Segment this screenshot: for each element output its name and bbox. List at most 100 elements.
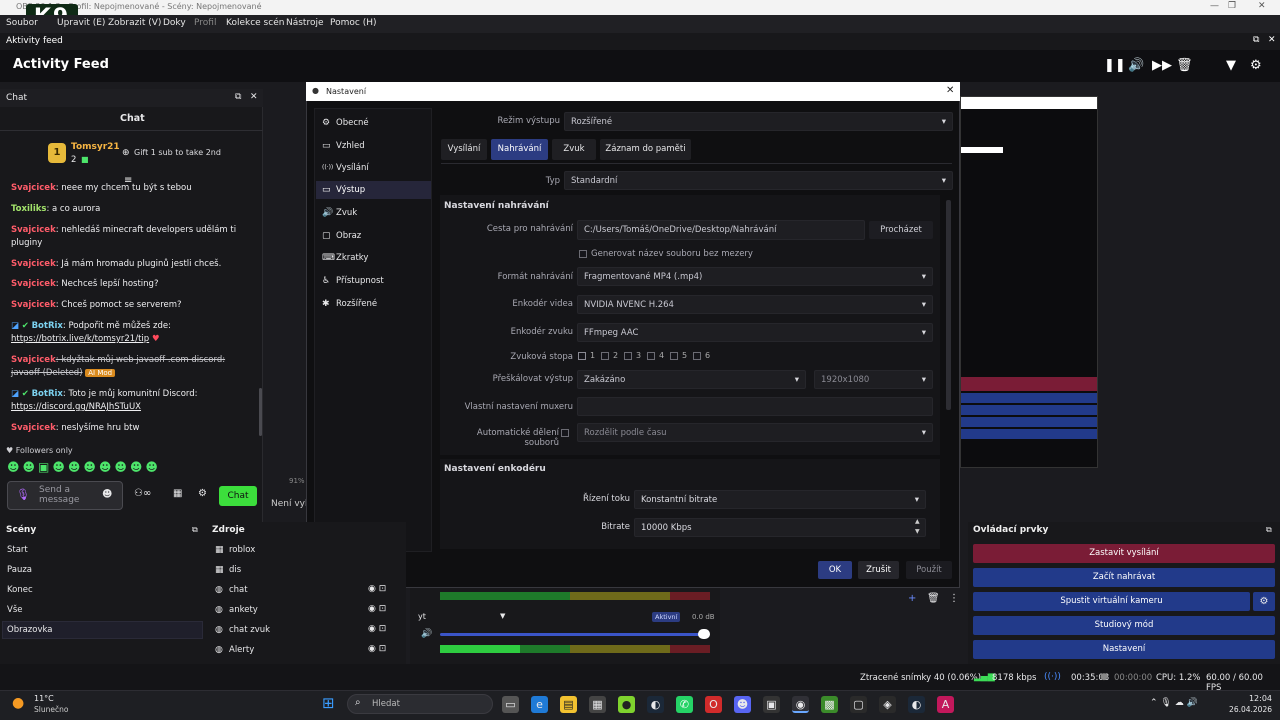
visibility-eye-icon[interactable]: ◉ ⊡ [368,644,386,654]
split-select[interactable]: Rozdělit podle času [577,423,933,442]
rescale-resolution-select[interactable]: 1920x1080 [814,370,933,389]
dock-close-icon[interactable]: ✕ [1268,35,1276,45]
scene-item[interactable]: Pauza [7,565,32,575]
mixer-dropdown-icon[interactable]: ▼ [500,612,505,620]
audio-encoder-select[interactable]: FFmpeg AAC [577,323,933,342]
photos-icon[interactable]: ▣ [763,696,780,713]
emoji-icon[interactable]: ☻ [102,489,112,500]
volume-slider-handle[interactable] [698,629,710,639]
trash-icon[interactable]: 🗑 [1176,58,1193,73]
source-item[interactable]: ankety [229,605,258,615]
start-recording-button[interactable]: Začít nahrávat [973,568,1275,587]
source-item[interactable]: dis [229,565,241,575]
visibility-eye-icon[interactable]: ◉ ⊡ [368,624,386,634]
browse-button[interactable]: Procházet [869,221,933,239]
menu-help[interactable]: Pomoc (H) [330,18,377,28]
rescale-select[interactable]: Zakázáno [577,370,806,389]
format-select[interactable]: Fragmentované MP4 (.mp4) [577,267,933,286]
rate-control-select[interactable]: Konstantní bitrate [634,490,926,509]
gift-sub-label[interactable]: Gift 1 sub to take 2nd [134,148,221,157]
chat-scrollbar[interactable] [259,388,262,436]
source-item[interactable]: roblox [229,545,255,555]
settings-gear-icon[interactable]: ⚙ [1250,58,1262,73]
add-icon[interactable]: + [908,593,916,604]
weather-sun-icon[interactable]: ● [12,695,24,711]
track-2-checkbox[interactable] [601,352,609,360]
source-item[interactable]: chat [229,585,248,595]
visibility-eye-icon[interactable]: ◉ ⊡ [368,584,386,594]
scene-item[interactable]: Start [7,545,28,555]
tab-replay-buffer[interactable]: Záznam do paměti [600,139,691,160]
windows-start-icon[interactable]: ⊞ [322,694,335,712]
start-virtual-camera-button[interactable]: Spustit virtuální kameru [973,592,1250,611]
tab-audio[interactable]: Zvuk [552,139,596,160]
dialog-close-icon[interactable]: ✕ [946,85,954,96]
mic-icon[interactable]: 🎙 [16,488,30,501]
scene-item-selected[interactable]: Obrazovka [7,625,52,635]
sidebar-item-accessibility[interactable]: ♿ Přístupnost [316,272,431,290]
settings-scrollbar[interactable] [946,200,951,410]
tray-icons[interactable]: ⌃ 🎙 ☁ 🔊 [1150,698,1198,708]
menu-tools[interactable]: Nástroje [286,18,324,28]
spin-arrows-icon[interactable]: ▲ ▼ [915,517,920,537]
emote-bar[interactable]: ☻☻▣☻☻☻☻☻☻☻ [7,460,161,474]
scene-item[interactable]: Vše [7,605,22,615]
bitrate-spinbox[interactable]: 10000 Kbps [634,518,926,537]
nospace-checkbox[interactable] [579,250,587,258]
track-1-checkbox[interactable] [578,352,586,360]
explorer-icon[interactable]: ▤ [560,696,577,713]
app-icon[interactable]: ● [618,696,635,713]
minimize-icon[interactable]: — [1210,1,1219,11]
controls-float-icon[interactable]: ⧉ [1266,525,1272,535]
chat-send-button[interactable]: Chat [219,486,257,506]
type-select[interactable]: Standardní [564,171,953,190]
sidebar-item-general[interactable]: ⚙ Obecné [316,114,431,132]
volume-icon[interactable]: 🔊 [1128,58,1144,73]
users-icon[interactable]: ⚇∞ [134,488,151,499]
virtual-camera-settings-icon[interactable]: ⚙ [1253,592,1275,611]
filter-icon[interactable]: ▼ [1226,58,1236,73]
scenes-float-icon[interactable]: ⧉ [192,525,198,535]
scene-item[interactable]: Konec [7,585,33,595]
sidebar-item-video[interactable]: ▢ Obraz [316,227,431,245]
gift-box-icon[interactable]: ▦ [173,488,182,499]
minecraft-icon[interactable]: ▩ [821,696,838,713]
track-3-checkbox[interactable] [624,352,632,360]
volume-slider[interactable] [440,633,708,636]
maximize-icon[interactable]: ❐ [1228,1,1236,11]
taskbar-search[interactable] [347,694,493,714]
stop-stream-button[interactable]: Zastavit vysílání [973,544,1275,563]
chat-settings-icon[interactable]: ⚙ [198,488,207,499]
video-encoder-select[interactable]: NVIDIA NVENC H.264 [577,295,933,314]
studio-mode-button[interactable]: Studiový mód [973,616,1275,635]
chat-link[interactable]: https://discord.gg/NRAJhSTuUX [11,402,141,412]
source-item[interactable]: Alerty [229,645,254,655]
ok-button[interactable]: OK [818,561,852,579]
menu-edit[interactable]: Upravit (E) [57,18,105,28]
whatsapp-icon[interactable]: ✆ [676,696,693,713]
affinity-icon[interactable]: A [937,696,954,713]
gift-button-icon[interactable]: ⊕ [122,148,130,158]
track-6-checkbox[interactable] [693,352,701,360]
sidebar-item-output[interactable]: ▭ Výstup [316,181,431,199]
apply-button[interactable]: Použít [906,561,952,579]
menu-docks[interactable]: Doky [163,18,186,28]
chat-link[interactable]: https://botrix.live/k/tomsyr21/tip [11,334,149,344]
sidebar-item-stream[interactable]: ((·)) Vysílání [316,159,431,177]
mixer-volume-icon[interactable]: 🔊 [421,629,432,639]
menu-view[interactable]: Zobrazit (V) [108,18,161,28]
source-item[interactable]: chat zvuk [229,625,270,635]
tab-streaming[interactable]: Vysílání [441,139,487,160]
muxer-input[interactable] [577,397,933,416]
app-icon-3[interactable]: ◈ [879,696,896,713]
edge-icon[interactable]: e [531,696,548,713]
chat-float-icon[interactable]: ⧉ [235,92,241,102]
task-view-icon[interactable]: ▭ [502,696,519,713]
steam-icon-2[interactable]: ◐ [908,696,925,713]
output-mode-select[interactable]: Rozšířené [564,112,953,131]
sidebar-item-audio[interactable]: 🔊 Zvuk [316,204,431,222]
dock-float-icon[interactable]: ⧉ [1253,35,1259,45]
settings-button[interactable]: Nastavení [973,640,1275,659]
more-options-icon[interactable]: ⋮ [949,593,959,604]
menu-profile[interactable]: Profil [194,18,216,28]
